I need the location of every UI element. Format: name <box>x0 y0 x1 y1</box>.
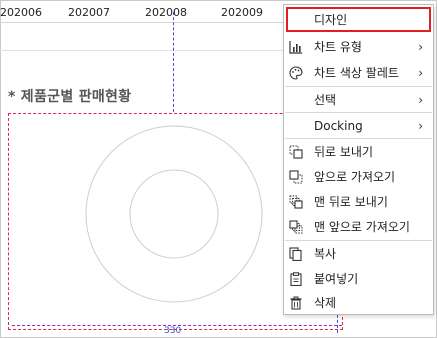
x-category-label: 202009 <box>221 6 263 19</box>
x-category-label: 202006 <box>0 6 42 19</box>
menu-item-chart-palette[interactable]: 차트 색상 팔레트 › <box>284 60 433 85</box>
bring-to-front-icon <box>289 219 303 234</box>
trash-icon <box>289 296 303 310</box>
menu-item-label: 차트 색상 팔레트 <box>314 66 399 80</box>
menu-item-design[interactable]: 디자인 <box>286 7 431 32</box>
chart-title: * 제품군별 판매현황 <box>8 89 132 105</box>
palette-icon <box>289 65 303 80</box>
guide-line <box>173 12 174 112</box>
send-backward-icon <box>289 145 303 159</box>
menu-item-send-backward[interactable]: 뒤로 보내기 <box>284 139 433 164</box>
menu-item-delete[interactable]: 삭제 <box>284 290 433 315</box>
menu-item-bring-forward[interactable]: 앞으로 가져오기 <box>284 164 433 189</box>
menu-item-label: 맨 앞으로 가져오기 <box>314 220 410 234</box>
context-menu: 디자인 차트 유형 › 차트 색상 팔레트 › 선택 › Docking › 뒤… <box>283 4 434 315</box>
x-category-label: 202008 <box>145 6 187 19</box>
menu-item-label: 차트 유형 <box>314 40 362 54</box>
menu-item-bring-to-front[interactable]: 맨 앞으로 가져오기 <box>284 214 433 239</box>
donut-outer-ring <box>85 125 263 303</box>
section-divider <box>0 50 283 51</box>
send-to-back-icon <box>289 195 303 209</box>
chevron-right-icon: › <box>418 118 423 133</box>
menu-item-copy[interactable]: 복사 <box>284 241 433 266</box>
paste-icon <box>289 271 303 286</box>
donut-inner-ring <box>129 169 219 259</box>
width-indicator: 330 <box>164 326 182 336</box>
menu-item-label: 삭제 <box>314 296 337 310</box>
menu-item-chart-type[interactable]: 차트 유형 › <box>284 34 433 59</box>
menu-item-docking[interactable]: Docking › <box>284 113 433 138</box>
menu-item-label: 디자인 <box>314 13 348 27</box>
menu-item-label: 선택 <box>314 93 337 107</box>
menu-item-paste[interactable]: 붙여넣기 <box>284 266 433 291</box>
chevron-right-icon: › <box>418 65 423 80</box>
menu-item-label: 복사 <box>314 247 337 261</box>
bar-chart-icon <box>289 40 303 54</box>
chevron-right-icon: › <box>418 92 423 107</box>
menu-item-select[interactable]: 선택 › <box>284 87 433 112</box>
menu-item-send-to-back[interactable]: 맨 뒤로 보내기 <box>284 189 433 214</box>
menu-item-label: Docking <box>314 118 363 133</box>
bring-forward-icon <box>289 169 303 184</box>
menu-item-label: 뒤로 보내기 <box>314 145 374 159</box>
x-category-label: 202007 <box>68 6 110 19</box>
menu-item-label: 맨 뒤로 보내기 <box>314 195 388 209</box>
menu-item-label: 앞으로 가져오기 <box>314 170 396 184</box>
copy-icon <box>289 246 303 261</box>
chevron-right-icon: › <box>418 39 423 54</box>
axis-divider <box>0 22 283 23</box>
menu-item-label: 붙여넣기 <box>314 272 359 286</box>
